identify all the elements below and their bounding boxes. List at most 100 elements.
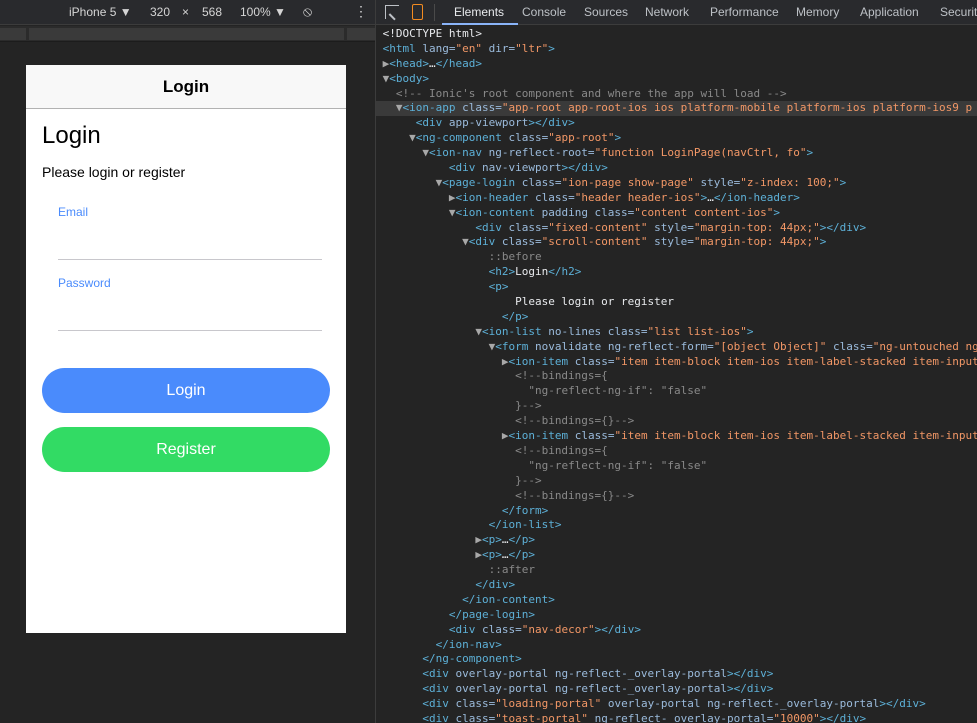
dom-node-line[interactable]: <!DOCTYPE html> (376, 27, 977, 42)
expand-toggle-icon[interactable]: ▼ (383, 325, 482, 338)
dom-node-line[interactable]: ▼<ion-app class="app-root app-root-ios i… (376, 101, 977, 117)
ruler-segment[interactable] (29, 28, 344, 40)
dom-node-line[interactable]: <div nav-viewport></div> (376, 161, 977, 176)
register-button[interactable]: Register (42, 427, 330, 472)
tab-performance[interactable]: Performance (710, 5, 779, 19)
device-height-input[interactable]: 568 (202, 5, 222, 19)
zoom-level: 100% (240, 5, 271, 19)
dom-node-line[interactable]: <div overlay-portal ng-reflect-_overlay-… (376, 682, 977, 697)
dom-token: class= (574, 354, 615, 368)
expand-toggle-icon[interactable]: ▼ (383, 176, 443, 189)
tab-application[interactable]: Application (860, 5, 919, 19)
tab-memory[interactable]: Memory (796, 5, 839, 19)
dom-token: ></div> (727, 667, 774, 681)
dom-node-line[interactable]: ::before (376, 250, 977, 265)
dom-node-line[interactable]: </ion-content> (376, 593, 977, 608)
dom-node-line[interactable]: Please login or register (376, 295, 977, 310)
device-toggle-icon[interactable] (412, 4, 423, 20)
dom-node-line[interactable]: ▼<div class="scroll-content" style="marg… (376, 235, 977, 250)
inspect-element-icon[interactable] (385, 5, 399, 19)
expand-toggle-icon[interactable]: ▼ (383, 146, 429, 159)
expand-toggle-icon[interactable]: ▼ (383, 340, 496, 353)
expand-toggle-icon[interactable]: ▶ (383, 429, 509, 442)
dom-node-line[interactable]: <div class="loading-portal" overlay-port… (376, 697, 977, 712)
dom-token: > (746, 324, 754, 338)
dom-node-line[interactable]: </ion-list> (376, 518, 977, 533)
dom-node-line[interactable]: <html lang="en" dir="ltr"> (376, 42, 977, 57)
dom-node-line[interactable]: ▶<ion-item class="item item-block item-i… (376, 429, 977, 444)
dom-node-line[interactable]: <div class="nav-decor"></div> (376, 623, 977, 638)
zoom-select[interactable]: 100% ▼ (240, 5, 286, 19)
dom-node-line[interactable]: <!-- Ionic's root component and where th… (376, 87, 977, 102)
expand-toggle-icon[interactable]: ▶ (383, 533, 482, 546)
dom-node-line[interactable]: ▼<body> (376, 72, 977, 87)
dom-node-line[interactable]: ▼<page-login class="ion-page show-page" … (376, 176, 977, 191)
expand-toggle-icon[interactable]: ▼ (383, 131, 416, 144)
dom-node-line[interactable]: </page-login> (376, 608, 977, 623)
login-button[interactable]: Login (42, 368, 330, 413)
dom-node-line[interactable]: }--> (376, 474, 977, 489)
dom-token: … (429, 56, 436, 70)
dom-node-line[interactable]: <!--bindings={ (376, 444, 977, 459)
expand-toggle-icon[interactable]: ▼ (383, 101, 403, 114)
ruler-segment[interactable] (0, 28, 26, 40)
expand-toggle-icon[interactable]: ▶ (383, 191, 456, 204)
dom-node-line[interactable]: </p> (376, 310, 977, 325)
dom-node-line[interactable]: <p> (376, 280, 977, 295)
dom-node-line[interactable]: ▶<p>…</p> (376, 548, 977, 563)
dom-node-line[interactable]: </ion-nav> (376, 638, 977, 653)
email-field[interactable] (58, 234, 322, 260)
ruler-segment[interactable] (347, 28, 375, 40)
expand-toggle-icon[interactable]: ▼ (383, 206, 456, 219)
dom-node-line[interactable]: ▼<form novalidate ng-reflect-form="[obje… (376, 340, 977, 355)
dom-node-line[interactable]: <!--bindings={}--> (376, 489, 977, 504)
dom-token: ></div> (879, 697, 926, 711)
media-query-ruler[interactable] (0, 26, 375, 42)
dom-tree[interactable]: <!DOCTYPE html> <html lang="en" dir="ltr… (376, 27, 977, 723)
device-width-input[interactable]: 320 (150, 5, 170, 19)
device-select[interactable]: iPhone 5 ▼ (69, 5, 132, 19)
dom-token: "content content-ios" (634, 205, 774, 219)
dom-token: <!--bindings={ (515, 443, 608, 457)
dom-token: class= (574, 429, 615, 443)
tab-console[interactable]: Console (522, 5, 566, 19)
dom-node-line[interactable]: ▼<ion-content padding class="content con… (376, 206, 977, 221)
dom-node-line[interactable]: }--> (376, 399, 977, 414)
dom-node-line[interactable]: <div app-viewport></div> (376, 116, 977, 131)
dom-token (383, 459, 529, 472)
expand-toggle-icon[interactable]: ▶ (383, 355, 509, 368)
more-options-icon[interactable]: ⋮ (354, 3, 368, 20)
tab-security[interactable]: Securit (940, 5, 977, 19)
dom-node-line[interactable]: ▶<ion-header class="header header-ios">…… (376, 191, 977, 206)
dom-node-line[interactable]: "ng-reflect-ng-if": "false" (376, 384, 977, 399)
rotate-icon[interactable]: ⦸ (303, 3, 312, 20)
dom-node-line[interactable]: <div overlay-portal ng-reflect-_overlay-… (376, 667, 977, 682)
dom-node-line[interactable]: ▶<p>…</p> (376, 533, 977, 548)
dom-node-line[interactable]: </ng-component> (376, 652, 977, 667)
dom-node-line[interactable]: ▼<ion-list no-lines class="list list-ios… (376, 325, 977, 340)
dom-node-line[interactable]: ▼<ion-nav ng-reflect-root="function Logi… (376, 146, 977, 161)
tab-elements[interactable]: Elements (454, 5, 504, 19)
dom-node-line[interactable]: </div> (376, 578, 977, 593)
dom-token: </ion-content> (462, 592, 555, 606)
dom-node-line[interactable]: ▶<ion-item class="item item-block item-i… (376, 355, 977, 370)
dom-node-line[interactable]: ▼<ng-component class="app-root"> (376, 131, 977, 146)
dom-node-line[interactable]: ▶<head>…</head> (376, 57, 977, 72)
dom-token: Login (515, 265, 549, 279)
dom-node-line[interactable]: <div class="toast-portal" ng-reflect-_ov… (376, 712, 977, 723)
dom-token (383, 489, 515, 502)
tab-network[interactable]: Network (645, 5, 689, 19)
dom-token: <div (448, 161, 482, 175)
expand-toggle-icon[interactable]: ▼ (383, 235, 469, 248)
dom-node-line[interactable]: <div class="fixed-content" style="margin… (376, 221, 977, 236)
expand-toggle-icon[interactable]: ▶ (383, 548, 482, 561)
dom-node-line[interactable]: <!--bindings={ (376, 369, 977, 384)
dom-node-line[interactable]: </form> (376, 504, 977, 519)
tab-sources[interactable]: Sources (584, 5, 628, 19)
dom-node-line[interactable]: "ng-reflect-ng-if": "false" (376, 459, 977, 474)
dom-node-line[interactable]: <!--bindings={}--> (376, 414, 977, 429)
dom-node-line[interactable]: <h2>Login</h2> (376, 265, 977, 280)
dom-node-line[interactable]: ::after (376, 563, 977, 578)
dom-token: "scroll-content" (541, 235, 648, 249)
password-field[interactable] (58, 305, 322, 331)
